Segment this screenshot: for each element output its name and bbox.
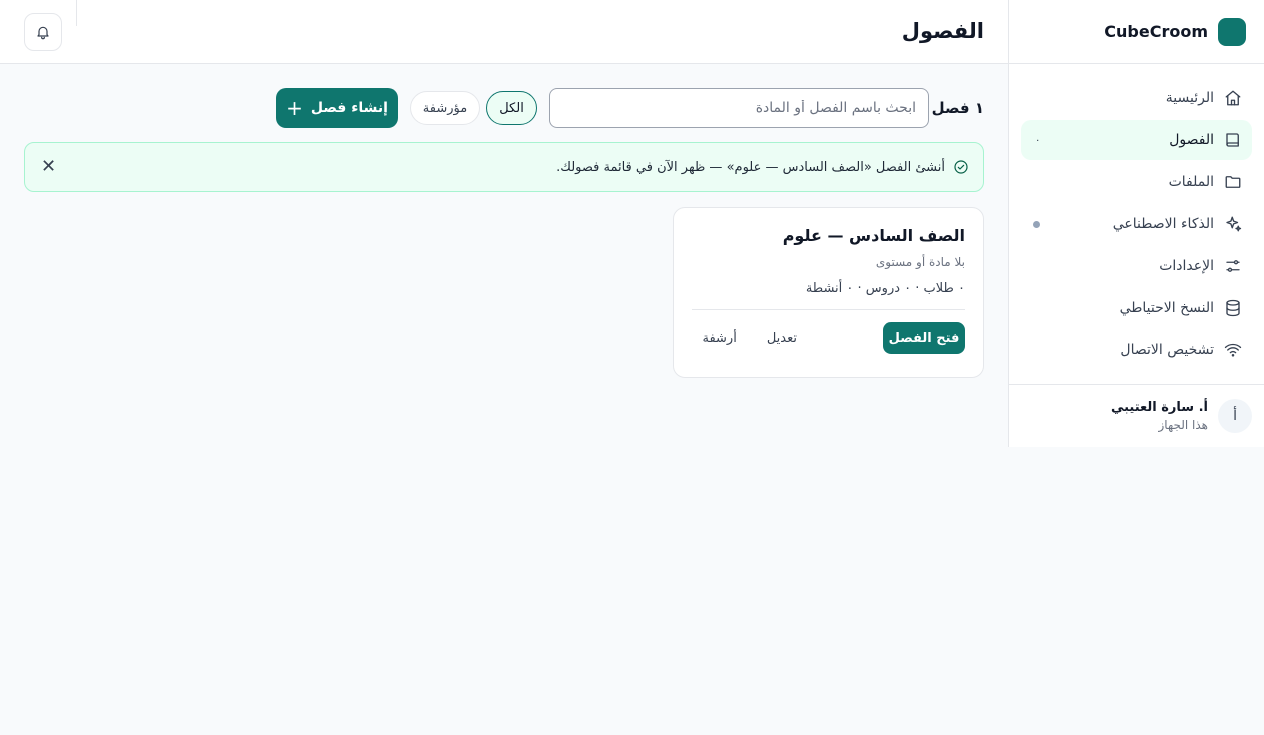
sidebar-item-settings[interactable]: الإعدادات <box>1021 246 1252 286</box>
brand-logo <box>1218 17 1246 46</box>
sidebar-item-home[interactable]: الرئيسية <box>1021 78 1252 118</box>
brand: CubeCroom <box>1009 0 1264 64</box>
close-icon[interactable]: ✕ <box>41 158 56 176</box>
open-class-button[interactable]: فتح الفصل <box>883 322 965 354</box>
success-alert: أنشئ الفصل «الصف السادس — علوم» — ظهر ال… <box>24 142 984 192</box>
sidebar-item-label: الذكاء الاصطناعي <box>1112 216 1214 232</box>
profile-text: أ. سارة العتيبي هذا الجهاز <box>1111 400 1208 432</box>
card-divider <box>692 309 965 310</box>
card-actions: فتح الفصل تعديل أرشفة <box>692 322 965 354</box>
sidebar-item-label: الملفات <box>1168 174 1214 190</box>
database-icon <box>1226 299 1240 317</box>
edit-class-link[interactable]: تعديل <box>767 331 797 346</box>
class-stats: ٠ طلاب · ٠ دروس · ٠ أنشطة <box>805 281 965 296</box>
header-divider <box>76 0 77 26</box>
sidebar-item-label: الرئيسية <box>1165 90 1214 106</box>
class-title: الصف السادس — علوم <box>782 226 965 245</box>
sliders-icon <box>1226 260 1240 272</box>
profile-name: أ. سارة العتيبي <box>1110 400 1208 415</box>
user-profile[interactable]: أ أ. سارة العتيبي هذا الجهاز <box>1009 384 1264 447</box>
book-icon <box>1226 133 1239 147</box>
search-input[interactable] <box>549 88 929 128</box>
filter-all-chip[interactable]: الكل <box>486 91 537 125</box>
notifications-button[interactable] <box>24 13 62 51</box>
profile-device: هذا الجهاز <box>1158 418 1209 432</box>
class-card: الصف السادس — علوم بلا مادة أو مستوى ٠ ط… <box>673 207 984 378</box>
sidebar-item-label: الفصول <box>1169 132 1214 148</box>
top-header: الفصول <box>0 0 1008 64</box>
classes-count-badge: ٠ <box>1035 134 1041 146</box>
plus-icon: + <box>286 96 303 120</box>
alert-message: أنشئ الفصل «الصف السادس — علوم» — ظهر ال… <box>556 159 945 175</box>
avatar: أ <box>1218 399 1252 433</box>
sidebar-item-label: الإعدادات <box>1159 258 1214 274</box>
class-subject: بلا مادة أو مستوى <box>875 255 965 269</box>
sidebar-item-diagnostics[interactable]: تشخيص الاتصال <box>1021 330 1252 370</box>
sparkles-icon <box>1226 216 1242 232</box>
sidebar-item-label: النسخ الاحتياطي <box>1119 300 1214 316</box>
brand-name: CubeCroom <box>1104 22 1208 41</box>
bell-icon <box>37 26 49 40</box>
check-circle-icon <box>954 160 968 174</box>
wifi-icon <box>1224 343 1242 357</box>
archive-class-link[interactable]: أرشفة <box>702 331 736 346</box>
home-icon <box>1225 90 1241 106</box>
sidebar-item-ai[interactable]: الذكاء الاصطناعي <box>1021 204 1252 244</box>
folder-icon <box>1225 176 1241 188</box>
sidebar-item-label: تشخيص الاتصال <box>1120 342 1214 358</box>
sidebar-item-files[interactable]: الملفات <box>1021 162 1252 202</box>
create-class-button[interactable]: إنشاء فصل + <box>276 88 398 128</box>
classes-count: ١ فصل <box>931 99 984 117</box>
sidebar-item-backup[interactable]: النسخ الاحتياطي <box>1021 288 1252 328</box>
create-class-label: إنشاء فصل <box>310 100 388 116</box>
page-title: الفصول <box>901 19 984 43</box>
status-dot <box>1033 220 1040 228</box>
filter-archived-chip[interactable]: مؤرشفة <box>410 91 480 125</box>
sidebar: CubeCroom الرئيسية الفصول ٠ الملفات الذك… <box>1008 0 1264 447</box>
sidebar-item-classes[interactable]: الفصول ٠ <box>1021 120 1252 160</box>
sidebar-nav: الرئيسية الفصول ٠ الملفات الذكاء الاصطنا… <box>1009 64 1264 384</box>
